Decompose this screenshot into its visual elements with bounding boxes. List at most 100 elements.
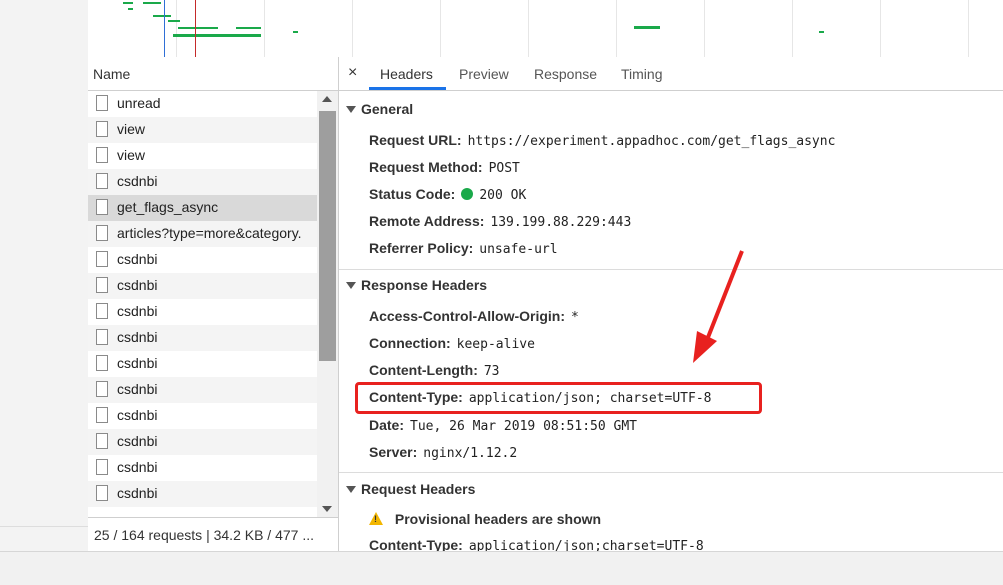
list-item[interactable]: unread xyxy=(88,91,317,117)
list-item[interactable]: csdnbi xyxy=(88,455,317,481)
list-item[interactable]: csdnbi xyxy=(88,169,317,195)
scrollbar-thumb[interactable] xyxy=(319,111,336,361)
request-content-type-value: application/json;charset=UTF-8 xyxy=(468,539,704,551)
expand-triangle-icon xyxy=(346,281,356,289)
scroll-down-icon[interactable] xyxy=(322,506,332,512)
provisional-warning-text: Provisional headers are shown xyxy=(394,511,602,527)
general-section-title: General xyxy=(361,101,414,117)
document-icon xyxy=(96,381,108,397)
referrer-policy-row: Referrer Policy: unsafe-url xyxy=(369,240,558,257)
section-divider xyxy=(339,269,1003,270)
document-icon xyxy=(96,173,108,189)
document-icon xyxy=(96,199,108,215)
acao-key: Access-Control-Allow-Origin: xyxy=(369,308,566,324)
request-name: articles?type=more&category. xyxy=(117,225,302,241)
content-length-value: 73 xyxy=(483,364,500,379)
remote-address-key: Remote Address: xyxy=(369,213,485,229)
request-name: unread xyxy=(117,95,161,111)
request-summary-text: 25 / 164 requests | 34.2 KB / 477 ... xyxy=(94,527,315,543)
document-icon xyxy=(96,303,108,319)
request-name: csdnbi xyxy=(117,277,158,293)
active-tab-indicator xyxy=(369,87,446,90)
list-item[interactable]: csdnbi xyxy=(88,481,317,507)
connection-key: Connection: xyxy=(369,335,451,351)
document-icon xyxy=(96,277,108,293)
document-icon xyxy=(96,251,108,267)
request-name: view xyxy=(117,147,146,163)
status-ok-icon xyxy=(461,188,474,200)
date-value: Tue, 26 Mar 2019 08:51:50 GMT xyxy=(410,419,637,434)
provisional-warning-row: Provisional headers are shown xyxy=(369,511,601,527)
request-details-panel: × Headers Preview Response Timing Genera… xyxy=(339,57,1003,551)
list-item[interactable]: csdnbi xyxy=(88,377,317,403)
list-item[interactable]: view xyxy=(88,143,317,169)
list-item[interactable]: csdnbi xyxy=(88,273,317,299)
request-list-panel: Name unread view view csdnbi get_flags_async… xyxy=(88,57,339,552)
list-item[interactable]: csdnbi xyxy=(88,403,317,429)
request-name: csdnbi xyxy=(117,407,158,423)
request-headers-section-header[interactable]: Request Headers xyxy=(346,481,475,497)
section-divider xyxy=(339,472,1003,473)
status-code-value: 200 OK xyxy=(479,188,527,203)
date-row: Date: Tue, 26 Mar 2019 08:51:50 GMT xyxy=(369,417,637,434)
connection-row: Connection: keep-alive xyxy=(369,335,535,352)
tab-headers[interactable]: Headers xyxy=(380,66,433,82)
document-icon xyxy=(96,459,108,475)
details-tab-bar: × Headers Preview Response Timing xyxy=(339,57,1003,91)
tab-response[interactable]: Response xyxy=(534,66,597,82)
document-icon xyxy=(96,95,108,111)
network-timeline-overview[interactable] xyxy=(88,0,1003,58)
tab-timing[interactable]: Timing xyxy=(621,66,663,82)
request-name: csdnbi xyxy=(117,173,158,189)
annotation-arrow-icon xyxy=(693,250,744,363)
close-icon[interactable]: × xyxy=(348,64,357,82)
request-name: csdnbi xyxy=(117,355,158,371)
list-item[interactable]: csdnbi xyxy=(88,325,317,351)
acao-row: Access-Control-Allow-Origin: * xyxy=(369,308,579,325)
connection-value: keep-alive xyxy=(456,337,535,352)
response-headers-section-header[interactable]: Response Headers xyxy=(346,277,487,293)
left-gutter xyxy=(0,0,89,584)
request-name: csdnbi xyxy=(117,433,158,449)
list-item[interactable]: csdnbi xyxy=(88,299,317,325)
list-item[interactable]: get_flags_async xyxy=(88,195,317,221)
request-content-type-row: Content-Type: application/json;charset=UT… xyxy=(369,537,704,551)
request-method-row: Request Method: POST xyxy=(369,159,520,176)
document-icon xyxy=(96,407,108,423)
content-length-row: Content-Length: 73 xyxy=(369,362,500,379)
name-column-label: Name xyxy=(93,66,131,82)
tab-preview[interactable]: Preview xyxy=(459,66,509,82)
server-value: nginx/1.12.2 xyxy=(423,446,518,461)
request-url-key: Request URL: xyxy=(369,132,462,148)
expand-triangle-icon xyxy=(346,485,356,493)
request-name: csdnbi xyxy=(117,485,158,501)
list-item[interactable]: csdnbi xyxy=(88,247,317,273)
request-name: csdnbi xyxy=(117,459,158,475)
list-item[interactable]: csdnbi xyxy=(88,429,317,455)
list-item[interactable]: articles?type=more&category. xyxy=(88,221,317,247)
request-headers-title: Request Headers xyxy=(361,481,476,497)
annotation-highlight-box xyxy=(355,382,762,414)
acao-value: * xyxy=(571,310,579,325)
document-icon xyxy=(96,485,108,501)
status-code-row: Status Code: 200 OK xyxy=(369,186,526,203)
list-item[interactable]: view xyxy=(88,117,317,143)
status-code-key: Status Code: xyxy=(369,186,456,202)
referrer-policy-value: unsafe-url xyxy=(479,242,558,257)
document-icon xyxy=(96,147,108,163)
request-list-scrollbar[interactable] xyxy=(317,91,338,517)
expand-triangle-icon xyxy=(346,105,356,113)
request-name: get_flags_async xyxy=(117,199,219,215)
document-icon xyxy=(96,329,108,345)
server-key: Server: xyxy=(369,444,418,460)
list-item[interactable]: csdnbi xyxy=(88,351,317,377)
server-row: Server: nginx/1.12.2 xyxy=(369,444,517,461)
request-name: view xyxy=(117,121,146,137)
document-icon xyxy=(96,121,108,137)
scroll-up-icon[interactable] xyxy=(322,96,332,102)
referrer-policy-key: Referrer Policy: xyxy=(369,240,474,256)
name-column-header[interactable]: Name xyxy=(88,57,338,91)
general-section-header[interactable]: General xyxy=(346,101,413,117)
request-content-type-key: Content-Type: xyxy=(369,537,463,551)
document-icon xyxy=(96,225,108,241)
